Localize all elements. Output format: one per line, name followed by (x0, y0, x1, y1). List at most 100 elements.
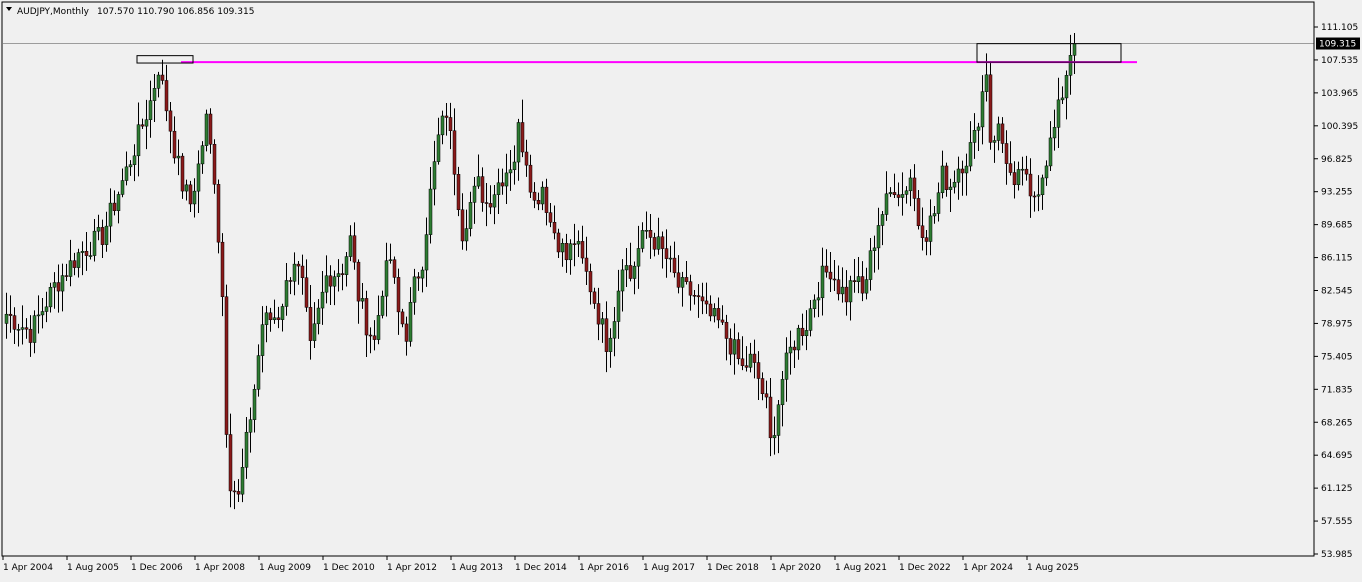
candle-body (1000, 123, 1005, 144)
candle-body (292, 263, 297, 282)
candle-body (808, 308, 813, 331)
candle-body (492, 194, 497, 208)
candle-body (824, 265, 829, 273)
candle-body (764, 393, 769, 398)
chart-header: AUDJPY,Monthly 107.570 110.790 106.856 1… (6, 7, 254, 17)
candle-body (280, 306, 285, 320)
candle-body (376, 315, 381, 340)
candle-body (888, 192, 893, 195)
candle-body (20, 327, 25, 330)
candle-body (864, 279, 869, 294)
candle-body (24, 327, 29, 330)
candle-body (984, 74, 989, 92)
candle-body (704, 300, 709, 305)
candle-body (620, 269, 625, 292)
candle-body (372, 335, 377, 340)
y-tick-label: 89.685 (1321, 221, 1353, 231)
candle-body (1036, 194, 1041, 197)
candle-body (732, 339, 737, 355)
candle-body (236, 491, 241, 495)
candle-body (500, 182, 505, 187)
y-tick-label: 107.535 (1321, 56, 1358, 66)
candle-body (308, 307, 313, 341)
candle (224, 284, 229, 448)
candle-body (16, 329, 21, 331)
candle-body (876, 225, 881, 249)
candle-body (648, 230, 653, 238)
candle-body (140, 124, 145, 127)
candle-body (328, 275, 333, 287)
y-tick-label: 78.975 (1321, 319, 1353, 329)
candle-body (1056, 99, 1061, 128)
candle-body (92, 230, 97, 256)
candle-body (132, 155, 137, 165)
candle-body (240, 467, 245, 495)
candle-body (248, 419, 253, 433)
candle-body (564, 242, 569, 261)
candle-body (724, 321, 729, 339)
candle-body (104, 225, 109, 245)
x-tick-label: 1 Aug 2013 (451, 563, 503, 573)
chart-window[interactable]: 111.105 107.535 103.965 100.395 96.825 93.255… (0, 0, 1362, 578)
candle-body (396, 277, 401, 313)
candle-body (428, 188, 433, 235)
candle-body (212, 143, 217, 185)
candle-body (340, 273, 345, 275)
candle-body (676, 272, 681, 288)
candle-body (8, 313, 13, 316)
candle-body (532, 191, 537, 201)
candle-body (644, 230, 649, 232)
price-chart[interactable]: 111.105 107.535 103.965 100.395 96.825 93.255… (0, 0, 1362, 578)
candle-body (856, 276, 861, 282)
candle-body (600, 318, 605, 325)
candle-body (324, 275, 329, 293)
candle-body (860, 276, 865, 294)
candle-body (96, 227, 101, 232)
candle-body (696, 295, 701, 298)
candle-body (416, 276, 421, 279)
candle-body (268, 312, 273, 321)
candle-body (832, 278, 837, 281)
candle-body (1052, 127, 1057, 139)
candle-body (748, 353, 753, 368)
candle-body (184, 184, 189, 192)
candle-body (736, 339, 741, 360)
candle-body (652, 237, 657, 250)
x-tick-label: 1 Aug 2009 (259, 563, 311, 573)
candle-body (552, 221, 557, 234)
y-tick-label: 93.255 (1321, 188, 1353, 198)
candle-body (664, 248, 669, 259)
candle-body (100, 227, 105, 245)
candle-body (972, 130, 977, 143)
candle-body (296, 263, 301, 267)
candle-body (744, 365, 749, 368)
candle-body (320, 291, 325, 309)
candle-body (144, 119, 149, 127)
x-tick-label: 1 Apr 2012 (387, 563, 437, 573)
candle-body (220, 241, 225, 297)
candle-body (472, 185, 477, 203)
candle-body (912, 177, 917, 199)
candle-body (960, 168, 965, 174)
candle-body (840, 286, 845, 295)
candle-body (616, 290, 621, 322)
candle-body (996, 123, 1001, 141)
candle-body (992, 140, 997, 143)
candle-body (172, 130, 177, 159)
y-tick-label: 64.695 (1321, 451, 1353, 461)
candle-body (608, 337, 613, 352)
candle-body (772, 435, 777, 439)
candle-body (412, 276, 417, 303)
candle-body (260, 324, 265, 356)
candle-body (276, 317, 281, 320)
candle-body (556, 232, 561, 253)
candle-body (32, 315, 37, 343)
candle-body (692, 294, 697, 297)
candle-body (768, 396, 773, 439)
candle-body (656, 236, 661, 250)
last-price-label: 109.315 (1319, 40, 1356, 50)
candle-body (1048, 137, 1053, 167)
candle-body (524, 151, 529, 166)
candle-body (156, 74, 161, 89)
candle-body (228, 434, 233, 492)
